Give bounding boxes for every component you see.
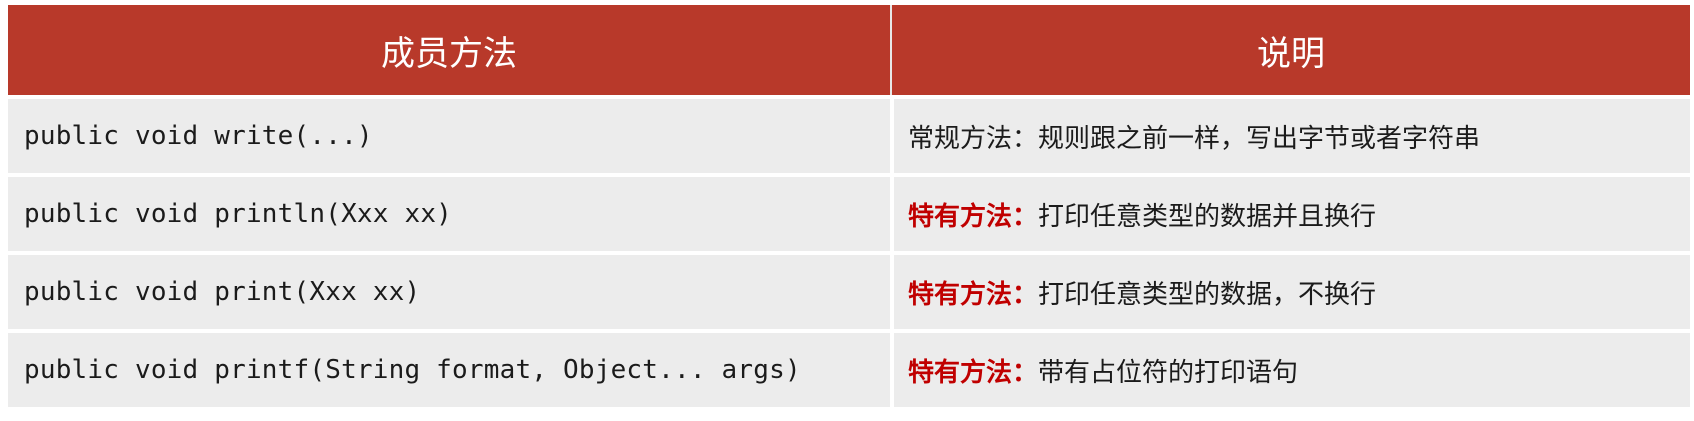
header-description: 说明 (890, 5, 1690, 95)
method-description: 特有方法： 带有占位符的打印语句 (890, 333, 1690, 407)
special-method-tag: 特有方法： (908, 357, 1039, 388)
table-row: public void printf(String format, Object… (8, 333, 1690, 407)
description-text: 打印任意类型的数据并且换行 (1038, 201, 1377, 232)
method-signature: public void printf(String format, Object… (24, 355, 801, 385)
table-row: public void write(...) 常规方法：规则跟之前一样，写出字节… (8, 99, 1690, 173)
table-row: public void println(Xxx xx) 特有方法： 打印任意类型的… (8, 177, 1690, 251)
method-signature: public void print(Xxx xx) (24, 277, 421, 307)
table-row: public void print(Xxx xx) 特有方法： 打印任意类型的数据… (8, 255, 1690, 329)
table-header: 成员方法 说明 (8, 5, 1690, 95)
description-text: 打印任意类型的数据，不换行 (1038, 279, 1377, 310)
method-description: 常规方法：规则跟之前一样，写出字节或者字符串 (890, 99, 1690, 173)
special-method-tag: 特有方法： (908, 201, 1039, 232)
special-method-tag: 特有方法： (908, 279, 1039, 310)
description-text: 带有占位符的打印语句 (1038, 357, 1299, 388)
description-text: 常规方法：规则跟之前一样，写出字节或者字符串 (908, 123, 1481, 154)
header-method: 成员方法 (381, 33, 517, 74)
method-signature: public void write(...) (24, 121, 373, 151)
methods-table: 成员方法 说明 public void write(...) 常规方法：规则跟之… (8, 5, 1690, 411)
method-description: 特有方法： 打印任意类型的数据并且换行 (890, 177, 1690, 251)
method-signature: public void println(Xxx xx) (24, 199, 453, 229)
method-description: 特有方法： 打印任意类型的数据，不换行 (890, 255, 1690, 329)
